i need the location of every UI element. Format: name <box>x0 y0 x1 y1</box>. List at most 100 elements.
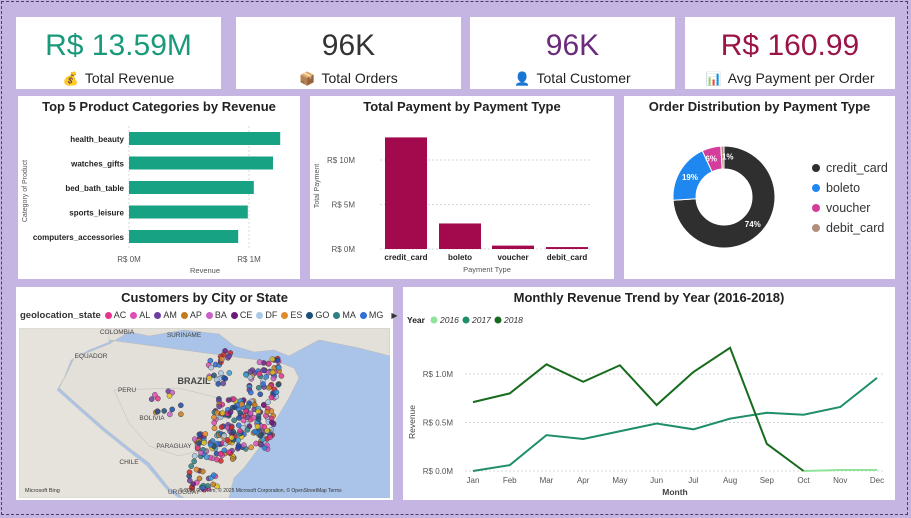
legend-item[interactable]: MG <box>359 310 383 320</box>
customer-point <box>258 441 264 448</box>
legend-item[interactable]: MA <box>333 310 356 320</box>
customers-map-card[interactable]: Customers by City or State geolocation_s… <box>16 287 398 500</box>
legend-item[interactable]: GO <box>306 310 329 320</box>
legend-swatch <box>230 311 238 319</box>
customer-point <box>256 359 263 366</box>
tick-label: R$ 1M <box>237 255 261 264</box>
axis-label: Revenue <box>190 266 220 275</box>
kpi-total-orders[interactable]: 96K 📦 Total Orders <box>236 17 461 89</box>
legend-title: geolocation_state <box>20 310 101 321</box>
bar <box>492 245 534 249</box>
bar <box>129 132 281 145</box>
customer-point <box>208 364 214 371</box>
series-line <box>472 377 878 472</box>
bar <box>385 137 427 249</box>
chart-title: Customers by City or State <box>121 290 288 305</box>
axis-label: Month <box>662 487 688 497</box>
order-distribution-card[interactable]: Order Distribution by Payment Type 74% 19… <box>624 96 895 279</box>
brazil-map[interactable]: COLOMBIA SURINAME EQUADOR BRAZIL PERU BOLIVIA… <box>19 328 390 498</box>
legend-swatch <box>359 311 367 319</box>
legend-item[interactable]: credit_card <box>812 161 888 175</box>
legend-swatch <box>812 204 820 212</box>
customer-point <box>251 401 258 408</box>
legend-item[interactable]: AC <box>104 310 126 320</box>
legend-label: 2018 <box>503 315 523 325</box>
legend-item[interactable]: voucher <box>812 201 870 215</box>
tick-label: Aug <box>723 476 737 485</box>
tick-label: R$ 0M <box>331 245 355 254</box>
legend-item[interactable]: DF <box>256 310 277 320</box>
legend-item[interactable]: ES <box>281 310 302 320</box>
kpi-label: 📦 Total Orders <box>299 70 398 86</box>
customer-point <box>255 408 262 415</box>
bar-chart-icon: 📊 <box>705 71 722 86</box>
top-categories-card[interactable]: Top 5 Product Categories by Revenue heal… <box>18 96 300 279</box>
map-attribution: © 2025 TomTom, © 2025 Microsoft Corporat… <box>179 487 342 494</box>
tick-label: R$ 5M <box>331 201 355 210</box>
customer-point <box>231 396 237 402</box>
legend-label: BA <box>214 310 227 321</box>
legend-label: 2017 <box>471 315 491 325</box>
customer-point <box>218 424 225 430</box>
tick-label: R$ 0M <box>117 255 141 264</box>
customer-point <box>219 410 226 416</box>
customer-point <box>243 372 249 378</box>
bing-logo: Microsoft Bing <box>25 488 60 494</box>
tick-label: Feb <box>503 476 517 485</box>
customer-point <box>215 381 222 387</box>
slice-label: 6% <box>705 155 717 164</box>
legend-label: DF <box>265 310 278 321</box>
legend-label: AL <box>139 310 151 321</box>
legend-item[interactable]: AL <box>130 310 150 320</box>
legend-next-icon[interactable]: ▶ <box>391 311 397 320</box>
customer-point <box>191 458 197 465</box>
kpi-total-revenue[interactable]: R$ 13.59M 💰 Total Revenue <box>16 17 221 89</box>
category-label: health_beauty <box>70 135 124 144</box>
customer-point <box>220 380 227 387</box>
customer-point <box>275 381 282 388</box>
kpi-avg-payment[interactable]: R$ 160.99 📊 Avg Payment per Order <box>685 17 895 89</box>
package-icon: 📦 <box>299 71 316 86</box>
customer-point <box>268 394 275 401</box>
legend-swatch <box>306 311 314 319</box>
tick-label: Dec <box>870 476 884 485</box>
customer-point <box>207 357 214 364</box>
money-bag-icon: 💰 <box>62 71 79 86</box>
legend-item[interactable]: debit_card <box>812 221 884 235</box>
tick-label: Jul <box>688 476 698 485</box>
kpi-label: 👤 Total Customer <box>514 70 631 86</box>
category-label: voucher <box>497 253 528 262</box>
legend-swatch <box>812 184 820 192</box>
customer-point <box>178 411 184 418</box>
legend-item[interactable]: BA <box>205 310 227 321</box>
customer-point <box>254 423 261 430</box>
map-label: PERU <box>118 387 136 394</box>
kpi-total-customer[interactable]: 96K 👤 Total Customer <box>470 17 675 89</box>
legend-item[interactable]: AP <box>180 310 202 320</box>
customer-point <box>211 419 218 426</box>
customer-point <box>229 404 236 411</box>
map-label: BOLIVIA <box>139 415 165 422</box>
customer-point <box>278 373 285 379</box>
tick-label: Jun <box>650 476 663 485</box>
legend-item[interactable]: boleto <box>812 181 860 195</box>
customer-point <box>231 417 237 424</box>
monthly-revenue-card[interactable]: Monthly Revenue Trend by Year (2016-2018… <box>403 287 895 500</box>
customer-point <box>169 406 176 413</box>
map-label: CHILE <box>119 459 139 466</box>
legend-swatch <box>256 311 264 319</box>
bar <box>129 230 239 243</box>
kpi-value: R$ 13.59M <box>45 29 192 62</box>
customer-point <box>250 414 257 421</box>
kpi-value: 96K <box>545 29 600 62</box>
customer-point <box>273 389 280 396</box>
customer-point <box>257 432 264 439</box>
payment-type-card[interactable]: Total Payment by Payment Type R$ 0M R$ 5M… <box>310 96 614 279</box>
customer-point <box>206 375 213 381</box>
legend-item[interactable]: AM <box>154 310 177 320</box>
map-label: COLOMBIA <box>100 329 135 336</box>
series-line <box>803 469 877 472</box>
top-categories-chart: health_beauty watches_gifts bed_bath_table… <box>22 126 281 275</box>
legend-item[interactable]: CE <box>230 310 252 320</box>
bar <box>129 156 273 170</box>
